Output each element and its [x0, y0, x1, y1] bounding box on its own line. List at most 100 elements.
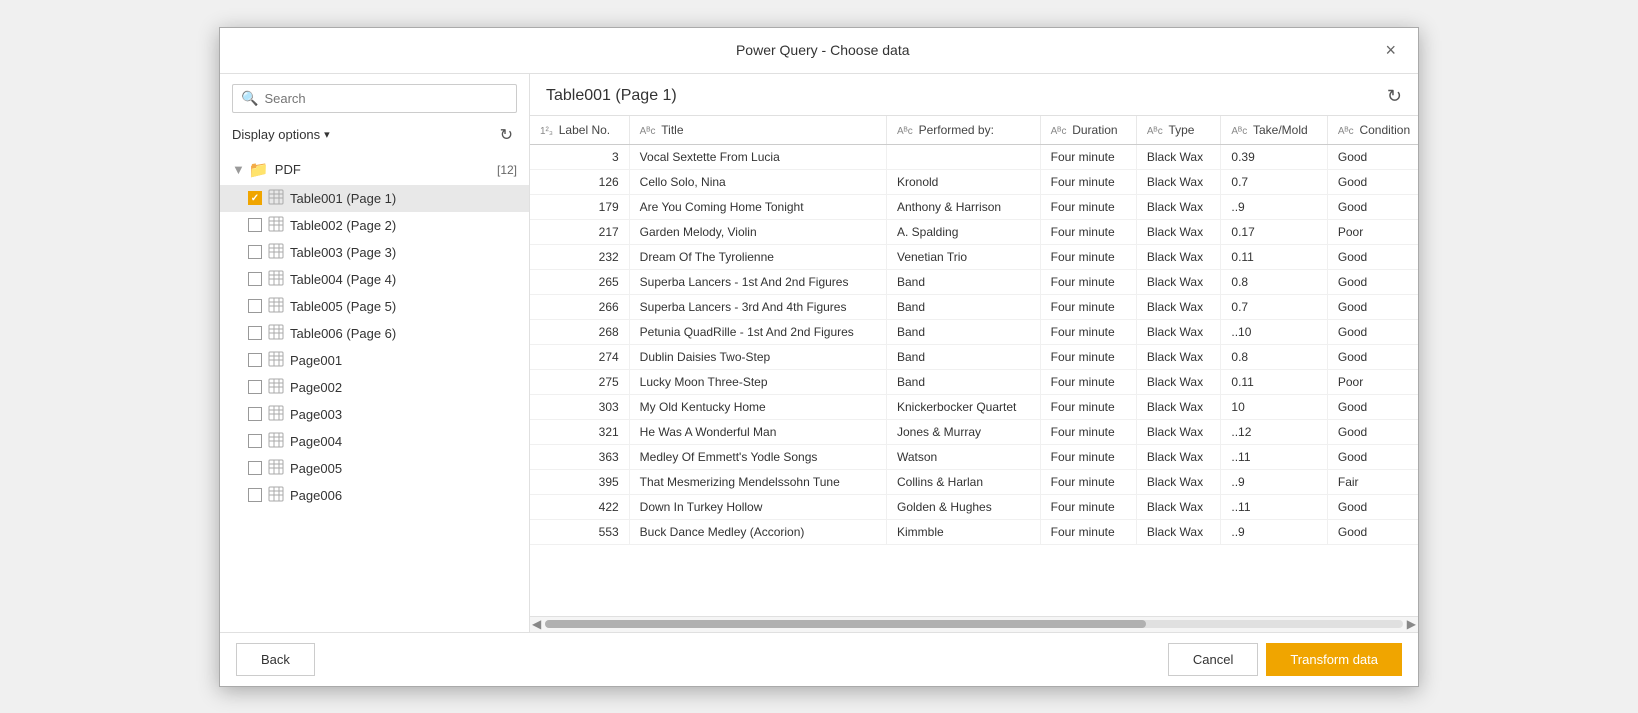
search-input[interactable]: [264, 91, 508, 106]
checkbox-table001[interactable]: [248, 191, 262, 205]
table-icon-page006: [268, 486, 284, 505]
cancel-button[interactable]: Cancel: [1168, 643, 1258, 676]
cell-4-6: Good: [1327, 244, 1418, 269]
col-header-3[interactable]: Aᴮᴄ Duration: [1040, 116, 1136, 145]
table-body: 3Vocal Sextette From LuciaFour minuteBla…: [530, 144, 1418, 544]
item-label-table005: Table005 (Page 5): [290, 299, 396, 314]
tree-item-table003[interactable]: Table003 (Page 3): [220, 239, 529, 266]
main-area: 🔍 Display options ▾ ↻ ▼ 📁 PDF [12]: [220, 74, 1418, 632]
checkbox-table006[interactable]: [248, 326, 262, 340]
table-icon-table002: [268, 216, 284, 235]
cell-10-6: Good: [1327, 394, 1418, 419]
transform-data-button[interactable]: Transform data: [1266, 643, 1402, 676]
scroll-left-icon[interactable]: ◀: [532, 617, 541, 631]
checkbox-page002[interactable]: [248, 380, 262, 394]
col-header-6[interactable]: Aᴮᴄ Condition: [1327, 116, 1418, 145]
checkbox-table003[interactable]: [248, 245, 262, 259]
checkbox-page005[interactable]: [248, 461, 262, 475]
tree-item-page002[interactable]: Page002: [220, 374, 529, 401]
checkbox-page004[interactable]: [248, 434, 262, 448]
cell-11-6: Good: [1327, 419, 1418, 444]
cell-1-4: Black Wax: [1136, 169, 1221, 194]
cell-13-0: 395: [530, 469, 629, 494]
folder-label: PDF: [275, 162, 497, 177]
cell-14-2: Golden & Hughes: [886, 494, 1040, 519]
tree-item-table002[interactable]: Table002 (Page 2): [220, 212, 529, 239]
cell-11-4: Black Wax: [1136, 419, 1221, 444]
col-label-3: Duration: [1072, 123, 1117, 137]
item-label-page002: Page002: [290, 380, 342, 395]
cell-11-5: ..12: [1221, 419, 1327, 444]
close-button[interactable]: ×: [1379, 38, 1402, 63]
cell-8-3: Four minute: [1040, 344, 1136, 369]
table-row: 232Dream Of The TyrolienneVenetian TrioF…: [530, 244, 1418, 269]
checkbox-page003[interactable]: [248, 407, 262, 421]
col-header-4[interactable]: Aᴮᴄ Type: [1136, 116, 1221, 145]
tree-item-page005[interactable]: Page005: [220, 455, 529, 482]
checkbox-page001[interactable]: [248, 353, 262, 367]
tree-item-table006[interactable]: Table006 (Page 6): [220, 320, 529, 347]
table-row: 126Cello Solo, NinaKronoldFour minuteBla…: [530, 169, 1418, 194]
checkbox-table004[interactable]: [248, 272, 262, 286]
cell-4-5: 0.11: [1221, 244, 1327, 269]
tree-item-page004[interactable]: Page004: [220, 428, 529, 455]
col-header-0[interactable]: 1²₃ Label No.: [530, 116, 629, 145]
table-icon-page002: [268, 378, 284, 397]
checkbox-table005[interactable]: [248, 299, 262, 313]
item-label-page001: Page001: [290, 353, 342, 368]
cell-5-6: Good: [1327, 269, 1418, 294]
col-type-icon-1: Aᴮᴄ: [640, 126, 659, 137]
cell-2-4: Black Wax: [1136, 194, 1221, 219]
cell-6-6: Good: [1327, 294, 1418, 319]
cell-6-5: 0.7: [1221, 294, 1327, 319]
tree-item-page006[interactable]: Page006: [220, 482, 529, 509]
cell-12-4: Black Wax: [1136, 444, 1221, 469]
folder-pdf[interactable]: ▼ 📁 PDF [12]: [220, 155, 529, 185]
col-header-1[interactable]: Aᴮᴄ Title: [629, 116, 886, 145]
col-label-5: Take/Mold: [1253, 123, 1308, 137]
cell-8-2: Band: [886, 344, 1040, 369]
cell-4-3: Four minute: [1040, 244, 1136, 269]
cell-9-4: Black Wax: [1136, 369, 1221, 394]
checkbox-page006[interactable]: [248, 488, 262, 502]
table-row: 303My Old Kentucky HomeKnickerbocker Qua…: [530, 394, 1418, 419]
display-options-button[interactable]: Display options ▾: [232, 127, 330, 142]
cell-12-0: 363: [530, 444, 629, 469]
scrollbar-track: [545, 620, 1403, 628]
cell-15-1: Buck Dance Medley (Accorion): [629, 519, 886, 544]
tree-item-table004[interactable]: Table004 (Page 4): [220, 266, 529, 293]
tree-item-page003[interactable]: Page003: [220, 401, 529, 428]
right-panel: Table001 (Page 1) ↻ 1²₃ Label No.Aᴮᴄ Tit…: [530, 74, 1418, 632]
cell-13-3: Four minute: [1040, 469, 1136, 494]
tree-item-page001[interactable]: Page001: [220, 347, 529, 374]
left-panel-refresh-button[interactable]: ↻: [496, 123, 517, 147]
checkbox-table002[interactable]: [248, 218, 262, 232]
cell-4-2: Venetian Trio: [886, 244, 1040, 269]
tree-item-table005[interactable]: Table005 (Page 5): [220, 293, 529, 320]
tree-item-table001[interactable]: Table001 (Page 1): [220, 185, 529, 212]
col-header-5[interactable]: Aᴮᴄ Take/Mold: [1221, 116, 1327, 145]
table-refresh-button[interactable]: ↻: [1387, 86, 1402, 107]
back-button[interactable]: Back: [236, 643, 315, 676]
cell-14-1: Down In Turkey Hollow: [629, 494, 886, 519]
cell-15-6: Good: [1327, 519, 1418, 544]
horizontal-scrollbar[interactable]: ◀ ▶: [530, 616, 1418, 632]
cell-1-6: Good: [1327, 169, 1418, 194]
col-type-icon-2: Aᴮᴄ: [897, 126, 916, 137]
cell-8-1: Dublin Daisies Two-Step: [629, 344, 886, 369]
item-label-page005: Page005: [290, 461, 342, 476]
cell-15-3: Four minute: [1040, 519, 1136, 544]
cell-7-6: Good: [1327, 319, 1418, 344]
data-table-wrapper[interactable]: 1²₃ Label No.Aᴮᴄ TitleAᴮᴄ Performed by:A…: [530, 115, 1418, 616]
cell-13-1: That Mesmerizing Mendelssohn Tune: [629, 469, 886, 494]
col-header-2[interactable]: Aᴮᴄ Performed by:: [886, 116, 1040, 145]
cell-5-2: Band: [886, 269, 1040, 294]
cell-9-2: Band: [886, 369, 1040, 394]
col-type-icon-5: Aᴮᴄ: [1231, 126, 1250, 137]
cell-3-1: Garden Melody, Violin: [629, 219, 886, 244]
cell-1-0: 126: [530, 169, 629, 194]
cell-6-3: Four minute: [1040, 294, 1136, 319]
item-label-page004: Page004: [290, 434, 342, 449]
table-row: 217Garden Melody, ViolinA. SpaldingFour …: [530, 219, 1418, 244]
scroll-right-icon[interactable]: ▶: [1407, 617, 1416, 631]
